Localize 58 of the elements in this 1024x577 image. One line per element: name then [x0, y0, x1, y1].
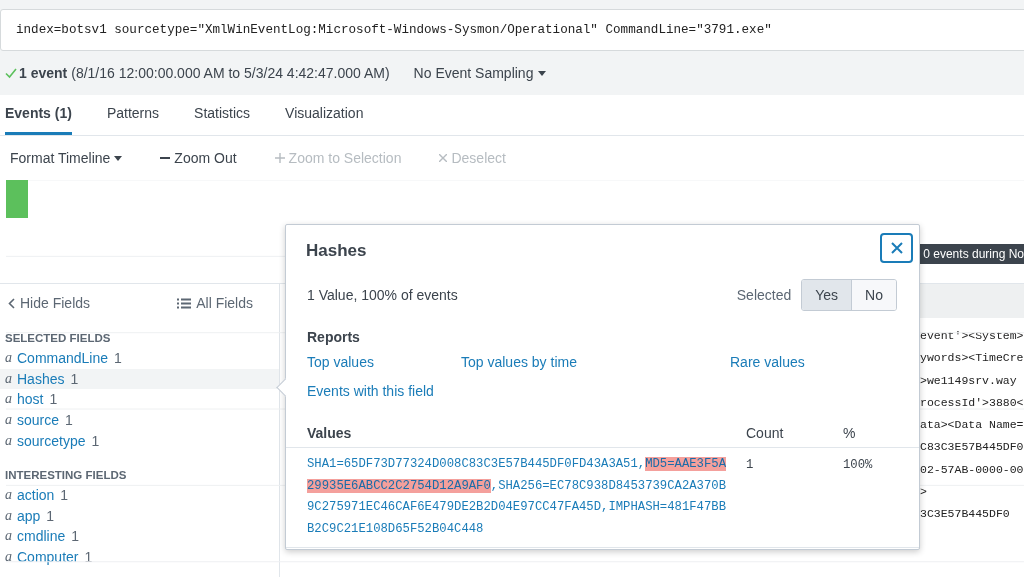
- close-icon: [439, 154, 448, 162]
- section-heading: SELECTED FIELDS: [4, 331, 112, 346]
- section-heading: INTERESTING FIELDS: [4, 467, 128, 483]
- field-item[interactable]: a host 1: [0, 389, 279, 410]
- event-count: 1 event: [19, 65, 68, 81]
- event-text: 02-57AB-0000-00: [920, 461, 1024, 478]
- event-text: event'><System>: [920, 328, 1024, 344]
- event-text: rocessId'>3880<: [920, 394, 1024, 411]
- toggle-option[interactable]: No: [851, 280, 896, 310]
- list-icon: [177, 297, 192, 309]
- event-text: >: [920, 484, 928, 501]
- tab[interactable]: Visualization: [285, 95, 364, 135]
- reports-heading: Reports: [306, 328, 361, 345]
- hide-fields-link[interactable]: Hide Fields: [8, 295, 91, 311]
- percent-cell: 100%: [843, 458, 873, 472]
- event-text: ata><Data Name=: [920, 417, 1024, 434]
- column-header: %: [843, 425, 856, 441]
- caret-icon: [114, 155, 123, 161]
- close-icon: [890, 242, 903, 254]
- tab[interactable]: Statistics: [194, 95, 251, 135]
- toolbar-button[interactable]: Zoom Out: [160, 150, 237, 166]
- count-cell: 1: [746, 458, 754, 472]
- chevron-left-icon: [8, 297, 15, 309]
- event-text: C83C3E57B445DF0: [920, 439, 1024, 456]
- report-link[interactable]: Events with this field: [307, 383, 434, 399]
- field-item[interactable]: a Computer 1: [0, 546, 279, 568]
- event-text: >we1149srv.way: [920, 372, 1018, 389]
- event-text: ywords><TimeCre: [920, 350, 1024, 367]
- sampling-dropdown[interactable]: No Event Sampling: [413, 65, 547, 81]
- value-summary: 1 Value, 100% of events: [307, 287, 458, 303]
- selected-label: Selected: [736, 287, 792, 303]
- tab[interactable]: Patterns: [106, 95, 160, 135]
- report-link[interactable]: Rare values: [730, 354, 805, 370]
- event-text: 3C3E57B445DF0: [920, 506, 1011, 523]
- minus-icon: [160, 157, 171, 159]
- toggle-option[interactable]: Yes: [802, 280, 852, 310]
- column-header: Values: [307, 425, 352, 441]
- field-item[interactable]: a app 1: [0, 505, 279, 527]
- toolbar-button[interactable]: Format Timeline: [10, 150, 123, 166]
- popover-title: Hashes: [306, 241, 367, 259]
- column-header: Count: [746, 425, 784, 441]
- field-item[interactable]: a source 1: [0, 409, 279, 431]
- close-button[interactable]: [880, 233, 913, 263]
- value-cell[interactable]: SHA1=65DF73D77324D008C83C3E57B445DF0FD43A3A51,MD5=AAE3F5A29935E6ABCC2C2754D12A9AF0,SHA256=EC78C938D8453739CA2A370B9C275971EC46CAF6E479DE2B2D04E97CC47FA45D,IMPHASH=481F47BBB2C9C21E108D65F52B04C448: [307, 454, 726, 541]
- report-link[interactable]: Top values by time: [461, 354, 577, 370]
- time-range: (8/1/16 12:00:00.000 AM to 5/3/24 4:42:47.000 AM): [71, 65, 390, 81]
- field-item[interactable]: a sourcetype 1: [0, 430, 279, 451]
- field-item[interactable]: a action 1: [0, 484, 279, 506]
- checkmark-icon: [5, 67, 17, 79]
- report-link[interactable]: Top values: [307, 354, 374, 370]
- caret-icon: [538, 70, 547, 76]
- plus-icon: [274, 153, 285, 163]
- tab[interactable]: Events (1): [5, 95, 72, 135]
- field-item[interactable]: a CommandLine 1: [0, 348, 279, 369]
- all-fields-link[interactable]: All Fields: [177, 295, 253, 311]
- field-item[interactable]: a cmdline 1: [0, 526, 279, 547]
- search-field[interactable]: index=botsv1 sourcetype="XmlWinEventLog:Microsoft-Windows-Sysmon/Operational" CommandLine="3791.exe": [0, 9, 1024, 51]
- field-item[interactable]: a Hashes 1: [0, 368, 279, 390]
